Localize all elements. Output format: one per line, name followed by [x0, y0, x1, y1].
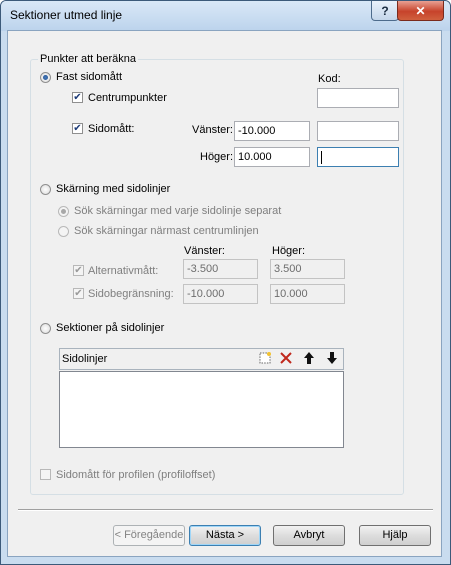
sok-separat-label: Sök skärningar med varje sidolinje separ…: [74, 205, 282, 217]
arrow-up-icon[interactable]: [302, 352, 316, 366]
close-title-button[interactable]: ✕: [397, 1, 444, 21]
separator-line: [18, 509, 433, 511]
checkbox-alternativmatt[interactable]: ✔: [73, 265, 84, 276]
sidobegransning-label: Sidobegränsning:: [88, 288, 174, 300]
checkmark-icon: ✔: [74, 265, 83, 276]
title-bar[interactable]: Sektioner utmed linje ? ✕: [1, 1, 450, 31]
vanster-label: Vänster:: [192, 124, 233, 136]
delete-icon[interactable]: [279, 352, 293, 366]
alternativmatt-label: Alternativmått:: [88, 265, 159, 277]
radio-sok-narmast[interactable]: [58, 226, 69, 237]
sidolinjer-list[interactable]: [59, 371, 344, 448]
checkbox-sidobegransning[interactable]: ✔: [73, 288, 84, 299]
caret-icon: [321, 150, 322, 164]
profiloffset-label: Sidomått för profilen (profiloffset): [56, 469, 216, 481]
next-button[interactable]: Nästa >: [189, 525, 261, 546]
window-title: Sektioner utmed linje: [10, 8, 123, 22]
group-box-label: Punkter att beräkna: [38, 53, 139, 65]
begr-vanster-input[interactable]: -10.000: [183, 284, 258, 304]
radio-fast-sidomatt[interactable]: [40, 72, 51, 83]
alt-vanster-input[interactable]: -3.500: [183, 259, 258, 279]
checkmark-icon: ✔: [73, 123, 82, 134]
skarning-label: Skärning med sidolinjer: [56, 183, 171, 195]
arrow-down-icon[interactable]: [325, 352, 339, 366]
radio-sok-separat[interactable]: [58, 206, 69, 217]
hoger-input[interactable]: 10.000: [234, 147, 310, 167]
vanster-input[interactable]: -10.000: [234, 121, 310, 141]
sok-narmast-label: Sök skärningar närmast centrumlinjen: [74, 225, 259, 237]
hoger-label: Höger:: [200, 151, 234, 163]
checkmark-icon: ✔: [74, 288, 83, 299]
new-item-icon[interactable]: [258, 352, 272, 366]
fast-sidomatt-label: Fast sidomått: [56, 71, 123, 83]
help-button[interactable]: Hjälp: [359, 525, 431, 546]
sidomatt-label: Sidomått:: [88, 123, 135, 135]
centrumpunkter-label: Centrumpunkter: [88, 92, 167, 104]
close-icon: ✕: [415, 3, 426, 18]
cancel-button[interactable]: Avbryt: [273, 525, 345, 546]
radio-sektioner-sidolinjer[interactable]: [40, 323, 51, 334]
begr-hoger-input[interactable]: 10.000: [270, 284, 345, 304]
kod-hoger-input[interactable]: [317, 147, 399, 167]
col-hoger-label: Höger:: [272, 245, 306, 257]
prev-button[interactable]: < Föregående: [113, 525, 185, 546]
checkbox-centrumpunkter[interactable]: ✔: [72, 92, 83, 103]
radio-skarning-sidolinjer[interactable]: [40, 184, 51, 195]
kod-label: Kod:: [318, 73, 341, 85]
sidolinjer-header-label: Sidolinjer: [62, 353, 108, 365]
alt-hoger-input[interactable]: 3.500: [270, 259, 345, 279]
col-vanster-label: Vänster:: [184, 245, 225, 257]
kod-vanster-input[interactable]: [317, 121, 399, 141]
checkbox-sidomatt[interactable]: ✔: [72, 123, 83, 134]
checkmark-icon: ✔: [73, 92, 82, 103]
help-title-button[interactable]: ?: [371, 1, 399, 21]
sektioner-label: Sektioner på sidolinjer: [56, 322, 165, 334]
help-icon: ?: [381, 3, 389, 18]
kod-centrum-input[interactable]: [317, 88, 399, 108]
checkbox-profiloffset[interactable]: [40, 469, 51, 480]
